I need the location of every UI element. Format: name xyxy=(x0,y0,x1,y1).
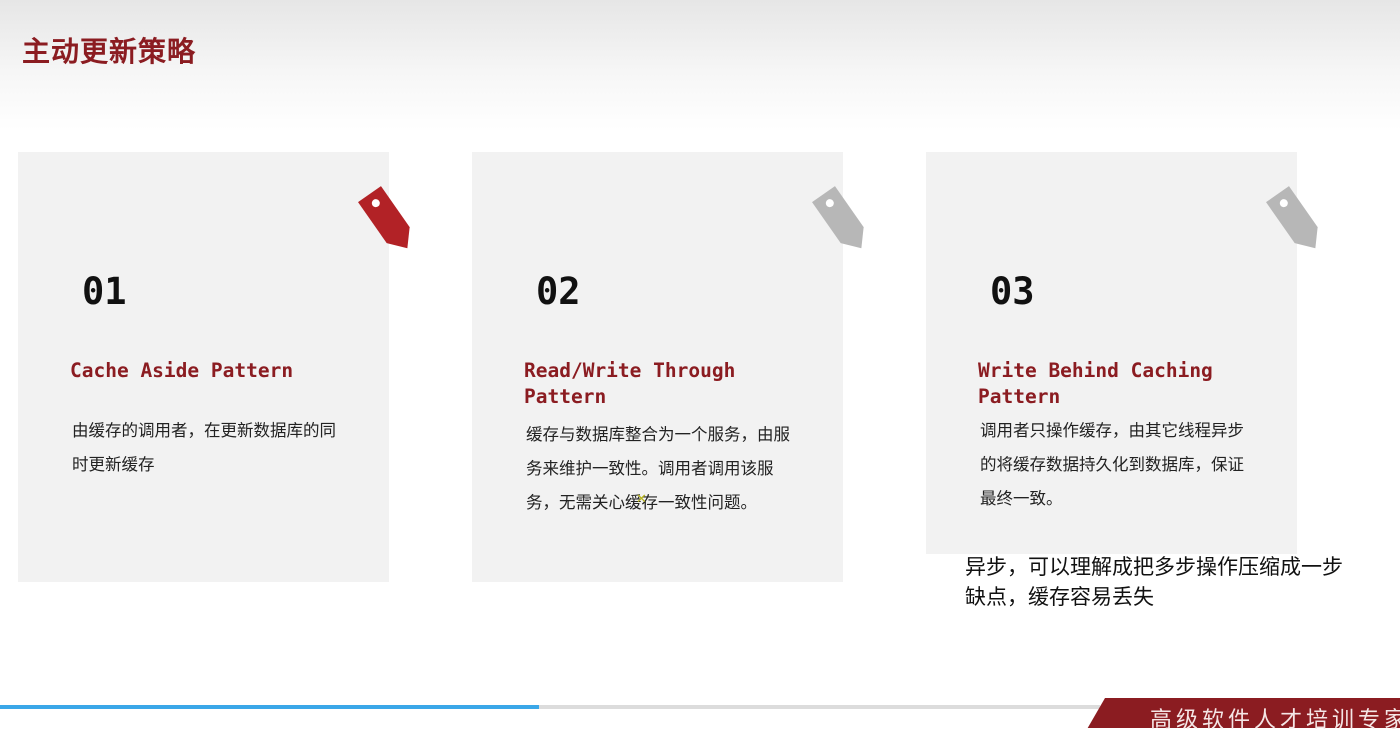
card-description: 缓存与数据库整合为一个服务，由服务来维护一致性。调用者调用该服务，无需关心缓存一… xyxy=(526,425,790,512)
tag-shape xyxy=(812,186,864,249)
slide-title: 主动更新策略 xyxy=(22,35,197,68)
strategy-card-1: 01 Cache Aside Pattern 由缓存的调用者，在更新数据库的同时… xyxy=(18,152,410,582)
footer-banner-text: 高级软件人才培训专家 xyxy=(1150,708,1400,733)
header-band xyxy=(0,0,1400,130)
tag-shape xyxy=(1266,186,1318,249)
card-number: 02 xyxy=(536,270,581,313)
annotation-note: 异步，可以理解成把多步操作压缩成一步 缺点，缓存容易丢失 xyxy=(965,552,1343,612)
card-title: Cache Aside Pattern xyxy=(70,359,294,382)
card-description: 由缓存的调用者，在更新数据库的同时更新缓存 xyxy=(72,421,336,474)
tag-icon xyxy=(358,186,410,249)
strategy-card-2: 02 Read/Write Through Pattern 缓存与数据库整合为一… xyxy=(472,152,864,582)
video-progress-bar[interactable] xyxy=(0,705,1100,709)
card-description: 调用者只操作缓存，由其它线程异步的将缓存数据持久化到数据库，保证最终一致。 xyxy=(980,421,1244,508)
annotation-line-2: 缺点，缓存容易丢失 xyxy=(965,585,1154,609)
cursor-icon: ✕ xyxy=(636,492,647,507)
card-number: 01 xyxy=(82,270,127,313)
tag-icon xyxy=(1266,186,1318,249)
card-title: Write Behind Caching Pattern xyxy=(978,359,1213,408)
tag-shape xyxy=(358,186,410,249)
card-number: 03 xyxy=(990,270,1035,313)
tag-icon xyxy=(812,186,864,249)
annotation-line-1: 异步，可以理解成把多步操作压缩成一步 xyxy=(965,555,1343,579)
strategy-card-3: 03 Write Behind Caching Pattern 调用者只操作缓存… xyxy=(926,152,1318,554)
card-title: Read/Write Through Pattern xyxy=(524,359,736,408)
video-progress-fill xyxy=(0,705,539,709)
